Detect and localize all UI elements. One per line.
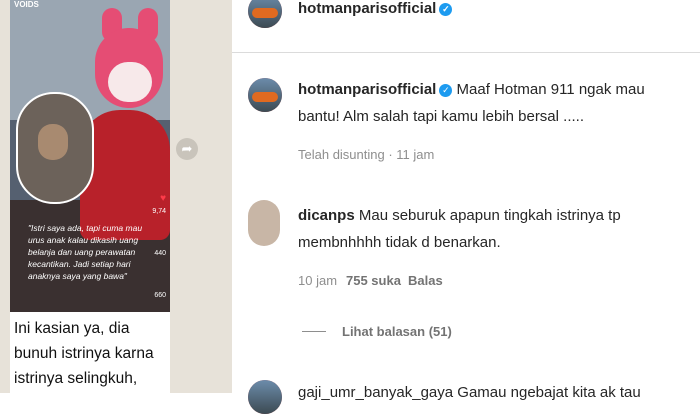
view-replies-button[interactable]: Lihat balasan (51) (302, 324, 452, 339)
share-count: 660 (154, 292, 166, 299)
reply-button[interactable]: Balas (408, 273, 443, 288)
avatar-car (252, 8, 278, 18)
comment-body: dicanps Mau seburuk apapun tingkah istri… (298, 202, 688, 256)
comment-likes[interactable]: 755 suka (346, 273, 401, 288)
mascot-face (108, 62, 152, 102)
reply-button-label: Balas (408, 273, 443, 288)
forward-icon[interactable]: ➦ (176, 138, 198, 160)
forwarded-video-message[interactable]: VOIDS ♥ 9,74 440 660 "Istri saya ada, ta… (10, 0, 170, 393)
comment-meta: Telah disunting · 11 jam (298, 147, 435, 162)
post-username[interactable]: hotmanparisofficial ✓ (298, 0, 453, 17)
comment-likes-text: 755 suka (346, 273, 401, 288)
like-count: 9,74 (152, 208, 166, 215)
comment-avatar[interactable] (248, 380, 282, 414)
inset-photo (16, 92, 94, 204)
comment-avatar[interactable] (248, 78, 282, 112)
instagram-comments-panel: hotmanparisofficial ✓ hotmanparisofficial… (232, 0, 700, 414)
verified-badge-icon: ✓ (439, 3, 453, 16)
divider (302, 331, 326, 332)
comment-avatar[interactable] (248, 200, 280, 246)
post-header: hotmanparisofficial ✓ (232, 0, 700, 53)
video-caption: "Istri saya ada, tapi cuma mau urus anak… (28, 223, 143, 281)
video-source-tag: VOIDS (14, 0, 39, 9)
comment-username[interactable]: hotmanparisofficial (298, 81, 436, 98)
view-replies-label: Lihat balasan (51) (342, 324, 452, 339)
message-text: Ini kasian ya, dia bunuh istrinya karna … (14, 320, 154, 387)
video-thumbnail[interactable]: VOIDS ♥ 9,74 440 660 "Istri saya ada, ta… (10, 0, 170, 312)
avatar[interactable] (248, 0, 282, 28)
comment-body: hotmanparisofficial ✓ Maaf Hotman 911 nga… (298, 76, 688, 130)
comment-username[interactable]: dicanps (298, 207, 355, 224)
verified-badge-icon: ✓ (439, 84, 453, 97)
avatar-car (252, 92, 278, 102)
comment-time: 10 jam (298, 273, 338, 288)
post-username-text: hotmanparisofficial (298, 0, 437, 17)
heart-icon: ♥ (160, 193, 166, 204)
inset-face (38, 124, 68, 160)
avatar-background (248, 380, 282, 414)
whatsapp-chat-panel: VOIDS ♥ 9,74 440 660 "Istri saya ada, ta… (0, 0, 232, 393)
